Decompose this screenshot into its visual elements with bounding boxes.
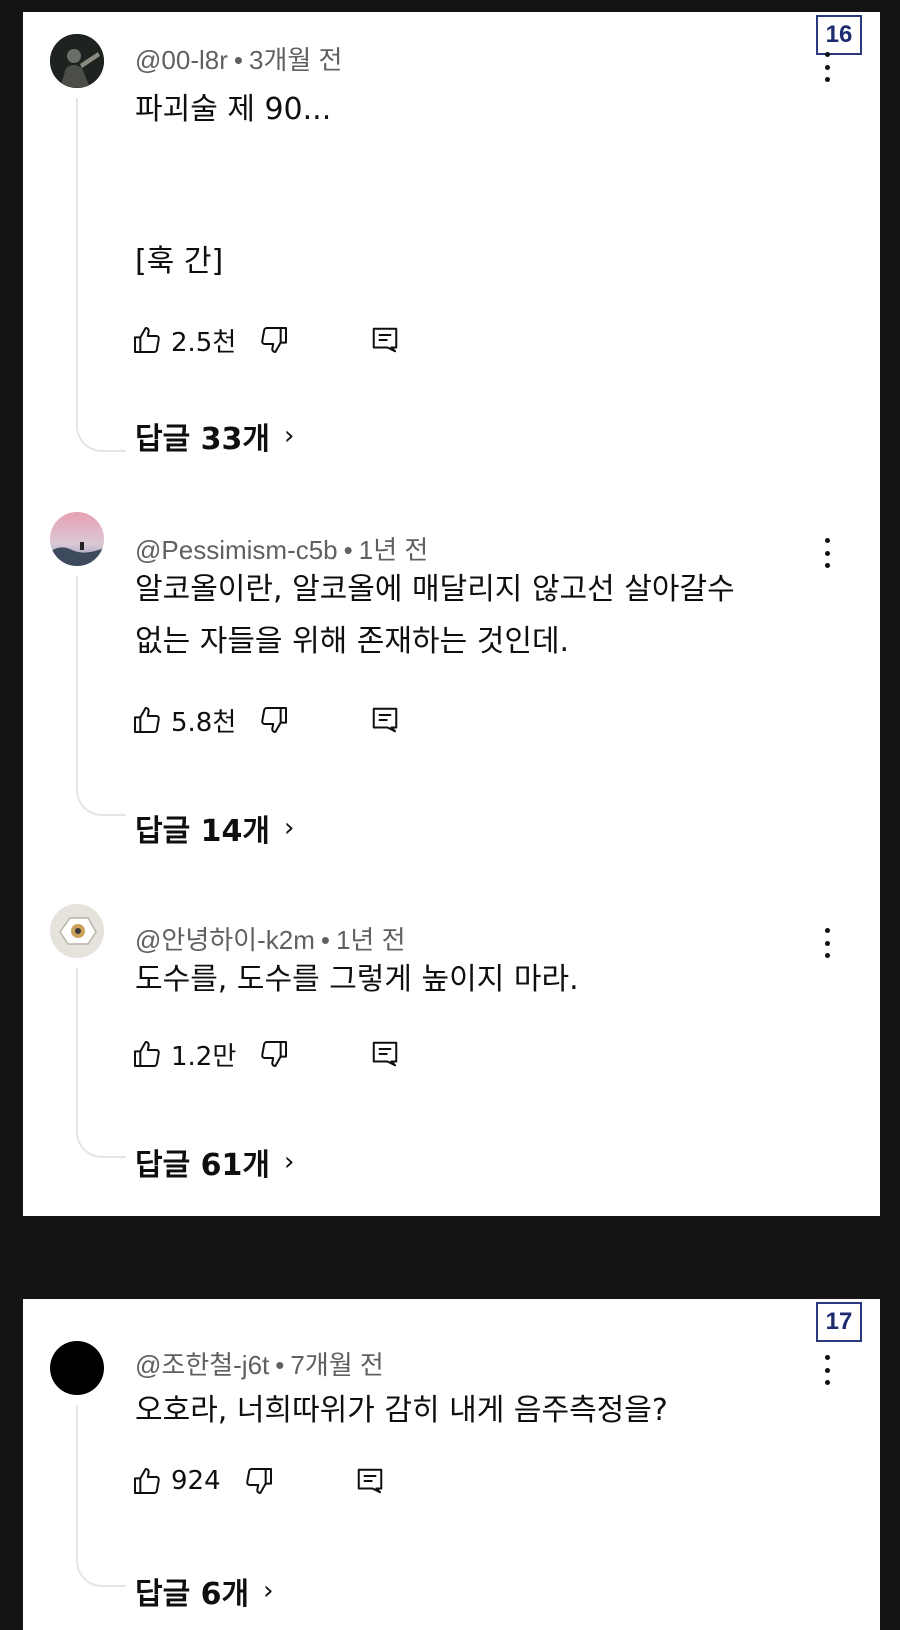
dislike-button[interactable] [258, 1038, 290, 1070]
avatar[interactable] [50, 1341, 104, 1395]
comment-text-line: 도수를, 도수를 그렇게 높이지 마라. [135, 962, 579, 997]
more-vertical-icon[interactable] [822, 538, 832, 568]
chevron-right-icon: › [284, 421, 295, 451]
avatar[interactable] [50, 34, 104, 88]
like-count: 5.8천 [171, 707, 237, 738]
comment-meta: @00-l8r • 3개월 전 [135, 40, 342, 77]
view-replies-button[interactable]: 답글 33개 › [135, 414, 294, 458]
comment-actions: 2.5천 [131, 320, 400, 360]
separator-dot: • [233, 45, 243, 75]
reply-thread-line [76, 1405, 126, 1587]
author-handle[interactable]: @조한철-j6t [135, 1350, 269, 1380]
like-button[interactable]: 2.5천 [131, 322, 236, 359]
author-handle[interactable]: @Pessimism-c5b [135, 535, 338, 565]
avatar[interactable] [50, 904, 104, 958]
like-button[interactable]: 5.8천 [131, 702, 236, 739]
comment-time: 1년 전 [335, 925, 406, 955]
like-count: 924 [171, 1466, 221, 1496]
comment-text-line: 알코올이란, 알코올에 매달리지 않고선 살아갈수 [135, 572, 735, 607]
view-replies-button[interactable]: 답글 14개 › [135, 806, 294, 850]
reply-comment-icon [373, 1041, 398, 1067]
view-replies-button[interactable]: 답글 61개 › [135, 1140, 294, 1184]
thumbs-up-icon [134, 707, 160, 733]
comment-actions: 924 [131, 1461, 385, 1501]
comment-actions: 1.2만 [131, 1034, 400, 1074]
replies-count-label: 답글 14개 [135, 814, 270, 849]
thumbs-down-icon [245, 1468, 272, 1494]
more-vertical-icon[interactable] [822, 52, 832, 82]
author-handle[interactable]: @안녕하이-k2m [135, 925, 315, 955]
comment-text-line: 오호라, 너희따위가 감히 내게 음주측정을? [135, 1393, 668, 1428]
thumbs-up-icon [134, 327, 160, 353]
comment-time: 7개월 전 [290, 1350, 384, 1380]
comment-actions: 5.8천 [131, 700, 400, 740]
like-button[interactable]: 924 [131, 1465, 221, 1497]
replies-count-label: 답글 6개 [135, 1577, 250, 1612]
replies-count-label: 답글 61개 [135, 1148, 270, 1183]
page-badge: 17 [816, 1302, 862, 1342]
thumbs-up-icon [134, 1468, 160, 1494]
more-vertical-icon[interactable] [822, 1355, 832, 1385]
dislike-button[interactable] [258, 324, 290, 356]
comment-meta: @안녕하이-k2m • 1년 전 [135, 920, 406, 957]
thumbs-up-icon [134, 1041, 160, 1067]
chevron-right-icon: › [284, 813, 295, 843]
chevron-right-icon: › [263, 1576, 274, 1606]
dislike-button[interactable] [258, 704, 290, 736]
like-count: 2.5천 [171, 327, 237, 358]
comment-text-line: [훅 간] [135, 244, 224, 279]
comment-meta: @Pessimism-c5b • 1년 전 [135, 530, 428, 567]
separator-dot: • [275, 1350, 285, 1380]
comment-time: 3개월 전 [248, 45, 343, 75]
reply-button[interactable] [355, 1466, 385, 1496]
comment-time: 1년 전 [358, 535, 429, 565]
reply-button[interactable] [370, 1039, 400, 1069]
replies-count-label: 답글 33개 [135, 422, 270, 457]
thumbs-down-icon [261, 707, 288, 733]
reply-thread-line [76, 98, 126, 452]
reply-comment-icon [357, 1468, 382, 1494]
like-button[interactable]: 1.2만 [131, 1036, 236, 1073]
like-count: 1.2만 [171, 1041, 237, 1072]
page-badge: 16 [816, 15, 862, 55]
thumbs-down-icon [261, 1041, 288, 1067]
avatar[interactable] [50, 512, 104, 566]
view-replies-button[interactable]: 답글 6개 › [135, 1569, 274, 1613]
reply-comment-icon [373, 707, 398, 733]
comment-text-line: 파괴술 제 90... [135, 92, 332, 127]
reply-thread-line [76, 576, 126, 816]
reply-button[interactable] [370, 705, 400, 735]
reply-button[interactable] [370, 325, 400, 355]
thumbs-down-icon [261, 327, 288, 353]
chevron-right-icon: › [284, 1147, 295, 1177]
more-vertical-icon[interactable] [822, 928, 832, 958]
separator-dot: • [320, 925, 330, 955]
author-handle[interactable]: @00-l8r [135, 45, 228, 75]
comment-meta: @조한철-j6t • 7개월 전 [135, 1345, 384, 1382]
comment-text-line: 없는 자들을 위해 존재하는 것인데. [135, 624, 570, 659]
reply-thread-line [76, 968, 126, 1158]
separator-dot: • [343, 535, 353, 565]
reply-comment-icon [373, 327, 398, 353]
comment-panel-17: 17 @조한철-j6t • 7개월 전 오호라, 너희따위가 감히 내게 음주측정을… [23, 1299, 880, 1630]
comment-panel-16: 16 @00-l8r • 3개월 전 파괴술 제 90... [훅 간] 2.5천 [23, 12, 880, 1216]
dislike-button[interactable] [243, 1465, 275, 1497]
